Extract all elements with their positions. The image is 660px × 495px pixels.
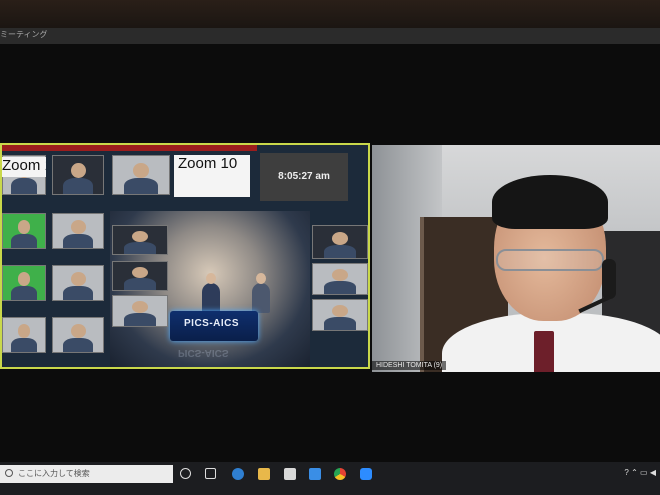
- edge-icon[interactable]: [232, 468, 244, 480]
- participant-tile: [52, 155, 104, 195]
- participant-tile: [112, 295, 168, 327]
- participant-tile: [312, 225, 368, 259]
- clock-display: 8:05:27 am: [260, 153, 348, 201]
- stage-desk: PICS-AICS: [170, 311, 258, 341]
- participant-tile: [2, 213, 46, 249]
- participant-tile: [312, 299, 368, 331]
- participant-tile: [52, 265, 104, 301]
- task-view-icon[interactable]: [205, 468, 216, 479]
- speaker-glasses: [496, 249, 604, 271]
- participant-tile: [2, 317, 46, 353]
- participant-tile: [2, 265, 46, 301]
- participant-tile: [112, 225, 168, 255]
- participant-tile: [112, 155, 170, 195]
- zoom-icon[interactable]: [360, 468, 372, 480]
- store-icon[interactable]: [284, 468, 296, 480]
- network-icon[interactable]: ▭: [640, 468, 648, 477]
- system-tray[interactable]: ? ⌃ ▭ ◀: [624, 468, 656, 482]
- participant-tile: [312, 263, 368, 295]
- mail-icon[interactable]: [309, 468, 321, 480]
- stage-host-body: [252, 283, 270, 313]
- help-icon[interactable]: ?: [624, 468, 628, 477]
- stage-banner: PICS-AICS: [184, 318, 240, 329]
- monitor-screen: ミーティング Zoom 1 Zoom 10 PICS-AICS PICS-AIC…: [0, 0, 660, 495]
- volume-icon[interactable]: ◀: [650, 468, 656, 477]
- speaker-name-label: HIDESHI TOMITA (9): [372, 361, 447, 370]
- zoom-room-label: Zoom 1: [2, 157, 46, 177]
- taskbar-search-placeholder: ここに入力して検索: [18, 469, 90, 478]
- headset-icon: [602, 259, 616, 299]
- taskbar: ここに入力して検索 ? ⌃ ▭ ◀: [0, 462, 660, 495]
- chrome-icon[interactable]: [334, 468, 346, 480]
- shared-screen-tile[interactable]: Zoom 1 Zoom 10 PICS-AICS PICS-AICS 8:05:…: [0, 143, 370, 369]
- folder-icon[interactable]: [258, 468, 270, 480]
- participant-tile: [52, 317, 104, 353]
- window-titlebar: ミーティング: [0, 28, 660, 45]
- chevron-up-icon[interactable]: ⌃: [631, 468, 638, 477]
- cortana-icon[interactable]: [180, 468, 191, 479]
- stage-host-head: [256, 273, 266, 284]
- active-speaker-tile[interactable]: HIDESHI TOMITA (9): [372, 145, 660, 372]
- participant-tile: [112, 261, 168, 291]
- window-title: ミーティング: [0, 30, 48, 39]
- stage-host-body: [202, 283, 220, 313]
- stage-banner-reflection: PICS-AICS: [178, 347, 229, 358]
- stage-host-head: [206, 273, 216, 284]
- speaker-hair: [492, 175, 608, 229]
- taskbar-search-input[interactable]: ここに入力して検索: [0, 465, 173, 483]
- zoom-room-label: Zoom 10: [174, 155, 250, 197]
- speaker-tie: [534, 331, 554, 372]
- shared-screen-header-bar: [2, 145, 257, 151]
- search-icon: [5, 469, 13, 477]
- participant-tile: [52, 213, 104, 249]
